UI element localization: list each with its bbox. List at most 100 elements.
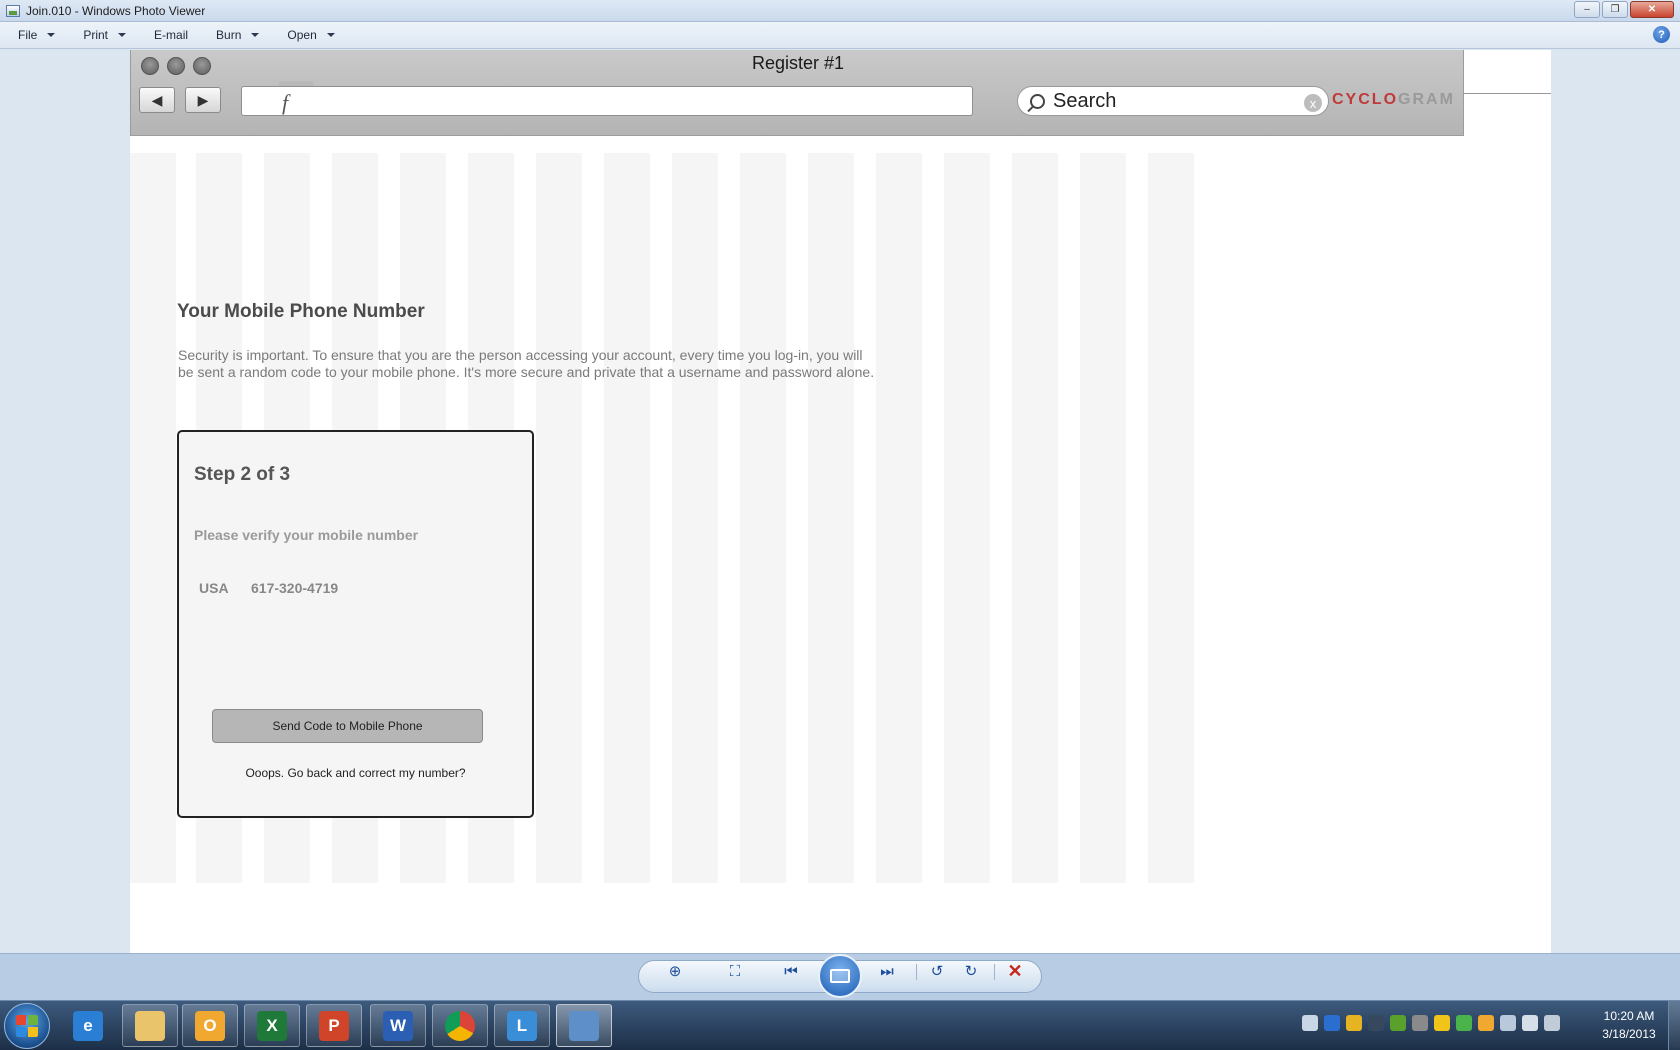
menu-open[interactable]: Open — [269, 28, 344, 42]
menu-email[interactable]: E-mail — [136, 28, 198, 42]
cyclogram-logo: CYCLOGRAM — [1332, 91, 1455, 109]
power-icon[interactable] — [1544, 1015, 1560, 1031]
grid-column — [944, 153, 990, 883]
image-viewport: Register #1 ◀ ▶ f Search x CYCLOGRAM You… — [0, 50, 1680, 953]
help-icon[interactable]: ? — [1653, 26, 1670, 43]
photo-viewer-icon — [569, 1010, 599, 1041]
taskbar-chrome[interactable] — [432, 1004, 488, 1047]
minimize-button[interactable]: – — [1574, 1, 1600, 18]
rotate-left-icon[interactable]: ↺ — [926, 962, 948, 980]
taskbar-excel[interactable]: X — [244, 1004, 300, 1047]
grid-column — [672, 153, 718, 883]
taskbar-outlook[interactable]: O — [182, 1004, 238, 1047]
menu-print[interactable]: Print — [65, 28, 136, 42]
grid-column — [876, 153, 922, 883]
next-icon[interactable]: ⏭ — [876, 962, 898, 980]
excel-icon: X — [257, 1010, 287, 1041]
tools-icon[interactable] — [1412, 1015, 1428, 1031]
taskbar-powerpoint[interactable]: P — [306, 1004, 362, 1047]
title-bar: Join.010 - Windows Photo Viewer – ❐ ✕ — [0, 0, 1680, 22]
menu-burn-label: Burn — [216, 28, 242, 42]
taskbar-internet-explorer[interactable]: e — [60, 1004, 116, 1047]
close-button[interactable]: ✕ — [1630, 1, 1674, 18]
separator — [916, 964, 917, 980]
phone-number: 617-320-4719 — [251, 580, 339, 596]
mockup-search-field: Search x — [1017, 86, 1329, 116]
viewer-control-bar: ⊕ ⛶ ⏮ ⏭ ↺ ↻ ✕ — [0, 953, 1680, 1000]
show-desktop-button[interactable] — [1668, 1001, 1680, 1050]
network-icon[interactable] — [1390, 1015, 1406, 1031]
bluetooth-icon[interactable] — [1324, 1015, 1340, 1031]
search-placeholder: Search — [1053, 89, 1117, 112]
back-arrow-icon: ◀ — [139, 87, 175, 113]
page-intro-text: Security is important. To ensure that yo… — [178, 347, 875, 380]
slideshow-button[interactable] — [818, 954, 862, 998]
shield-icon[interactable] — [1434, 1015, 1450, 1031]
lock-icon[interactable] — [1346, 1015, 1362, 1031]
powerpoint-icon: P — [319, 1010, 349, 1041]
displayed-image: Register #1 ◀ ▶ f Search x CYCLOGRAM You… — [130, 50, 1551, 953]
photo-viewer-icon — [6, 4, 20, 17]
menu-bar: File Print E-mail Burn Open ? — [0, 22, 1680, 49]
menu-file-label: File — [18, 28, 38, 42]
grid-column — [808, 153, 854, 883]
window-controls: – ❐ ✕ — [1574, 1, 1674, 18]
chrome-icon — [445, 1010, 475, 1041]
zoom-icon[interactable]: ⊕ — [664, 962, 686, 980]
logo-text-right: GRAM — [1398, 91, 1455, 108]
clock-date: 3/18/2013 — [1602, 1027, 1656, 1041]
forward-arrow-icon: ▶ — [185, 87, 221, 113]
taskbar-lync[interactable]: L — [494, 1004, 550, 1047]
sync-icon[interactable] — [1456, 1015, 1472, 1031]
clock-time: 10:20 AM — [1603, 1009, 1655, 1023]
grid-column — [130, 153, 176, 883]
grid-column — [740, 153, 786, 883]
maximize-button[interactable]: ❐ — [1602, 1, 1628, 18]
action-center-icon[interactable] — [1302, 1015, 1318, 1031]
internet-explorer-icon: e — [73, 1010, 103, 1041]
battery-icon[interactable] — [1500, 1015, 1516, 1031]
chevron-down-icon — [47, 33, 56, 37]
menu-file[interactable]: File — [0, 28, 65, 42]
clock[interactable]: 10:20 AM 3/18/2013 — [1596, 1007, 1662, 1043]
monitor-icon[interactable] — [1368, 1015, 1384, 1031]
previous-icon[interactable]: ⏮ — [780, 962, 802, 980]
page-title: Your Mobile Phone Number — [177, 301, 425, 322]
lync-icon: L — [507, 1010, 537, 1041]
grid-column — [604, 153, 650, 883]
outlook-tray-icon[interactable] — [1478, 1015, 1494, 1031]
system-tray — [1302, 1015, 1560, 1031]
grid-column — [1080, 153, 1126, 883]
clear-icon: x — [1304, 94, 1322, 112]
rotate-right-icon[interactable]: ↻ — [960, 962, 982, 980]
chevron-down-icon — [326, 33, 335, 37]
country-code: USA — [199, 580, 229, 596]
start-button[interactable] — [4, 1003, 50, 1049]
taskbar-word[interactable]: W — [370, 1004, 426, 1047]
chevron-down-icon — [251, 33, 260, 37]
chevron-down-icon — [118, 33, 127, 37]
grid-column — [1012, 153, 1058, 883]
word-icon: W — [383, 1010, 413, 1041]
menu-email-label: E-mail — [154, 28, 189, 42]
menu-print-label: Print — [83, 28, 109, 42]
menu-burn[interactable]: Burn — [198, 28, 269, 42]
actual-size-icon[interactable]: ⛶ — [724, 962, 746, 980]
url-glyph: f — [282, 90, 289, 115]
taskbar: e O X P W L 10:20 AM 3/18/2013 — [0, 1000, 1680, 1050]
divider — [1464, 93, 1551, 94]
logo-text-left: CYCL — [1332, 91, 1384, 108]
separator — [994, 964, 995, 980]
mockup-window-title: Register #1 — [751, 53, 845, 73]
delete-icon[interactable]: ✕ — [1004, 961, 1026, 981]
taskbar-photo-viewer[interactable] — [556, 1004, 612, 1047]
step-title: Step 2 of 3 — [194, 464, 291, 485]
step-subtitle: Please verify your mobile number — [194, 527, 419, 543]
outlook-icon: O — [195, 1010, 225, 1041]
volume-icon[interactable] — [1522, 1015, 1538, 1031]
slideshow-icon — [830, 969, 850, 983]
verification-card: Step 2 of 3 Please verify your mobile nu… — [177, 430, 534, 818]
search-icon — [1030, 93, 1045, 109]
grid-column — [1148, 153, 1194, 883]
taskbar-windows-explorer[interactable] — [122, 1004, 178, 1047]
